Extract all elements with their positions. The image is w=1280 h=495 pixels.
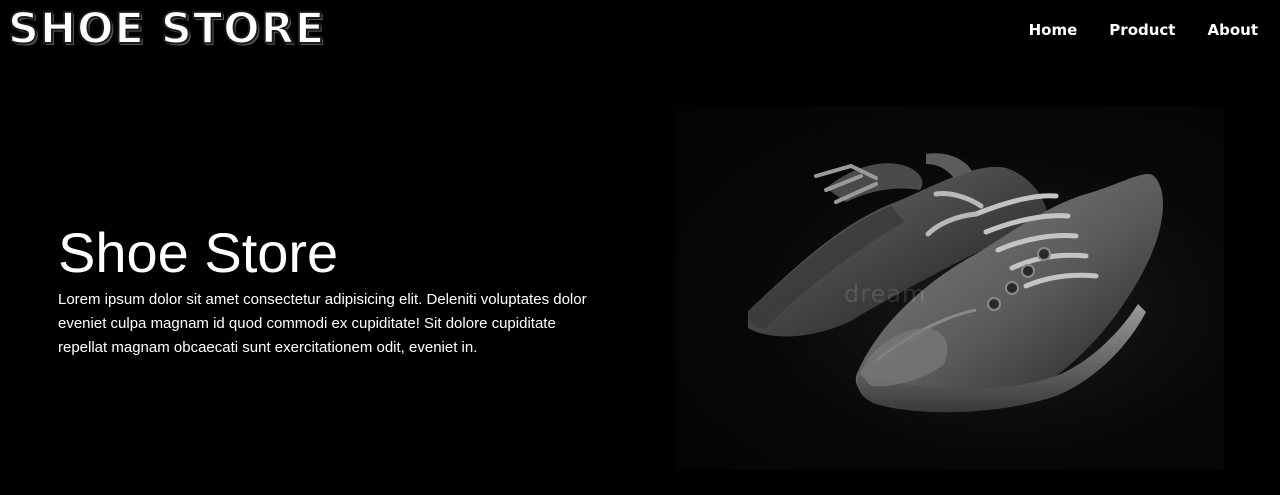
main-nav: Home Product About — [997, 20, 1258, 40]
nav-home-link[interactable]: Home — [997, 20, 1078, 40]
sneakers-illustration: dream — [748, 153, 1164, 413]
hero-title: Shoe Store — [58, 221, 339, 284]
site-logo[interactable]: SHOE STORE — [7, 4, 325, 54]
nav-about-link[interactable]: About — [1175, 20, 1258, 40]
nav-product-link[interactable]: Product — [1077, 20, 1175, 40]
hero-text-block: Shoe Store Lorem ipsum dolor sit amet co… — [58, 222, 598, 360]
hero-shoe-image: dream — [676, 106, 1224, 470]
image-watermark: dream — [844, 280, 926, 308]
site-header: SHOE STORE Home Product About — [0, 0, 1280, 80]
hero-description: Lorem ipsum dolor sit amet consectetur a… — [58, 291, 587, 356]
hero-section: Shoe Store Lorem ipsum dolor sit amet co… — [0, 80, 1280, 495]
